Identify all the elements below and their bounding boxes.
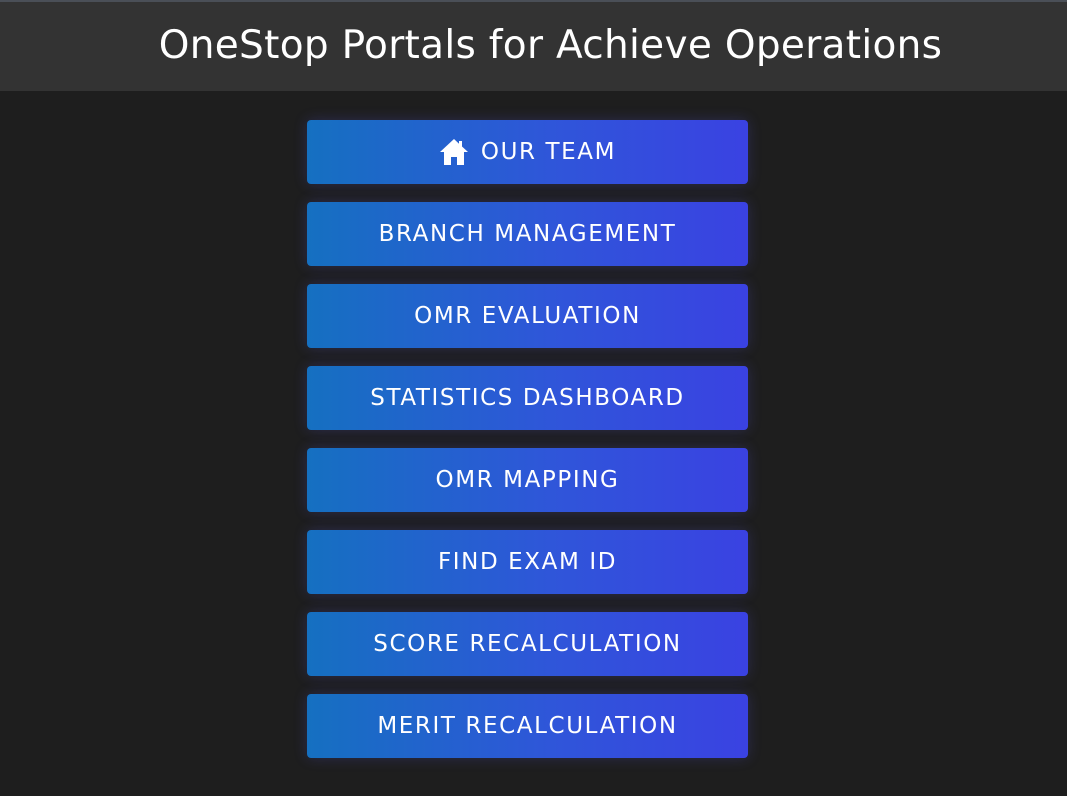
statistics-dashboard-label: STATISTICS DASHBOARD <box>370 385 685 411</box>
omr-mapping-label: OMR MAPPING <box>435 467 620 493</box>
score-recalculation-button[interactable]: SCORE RECALCULATION <box>307 612 748 676</box>
branch-management-button[interactable]: BRANCH MANAGEMENT <box>307 202 748 266</box>
find-exam-id-label: FIND EXAM ID <box>437 549 618 575</box>
branch-management-label: BRANCH MANAGEMENT <box>378 221 677 247</box>
our-team-label: OUR TEAM <box>480 139 617 165</box>
statistics-dashboard-button[interactable]: STATISTICS DASHBOARD <box>307 366 748 430</box>
home-icon <box>439 138 469 166</box>
portal-menu: OUR TEAM BRANCH MANAGEMENT OMR EVALUATIO… <box>307 120 748 758</box>
score-recalculation-label: SCORE RECALCULATION <box>373 631 682 657</box>
find-exam-id-button[interactable]: FIND EXAM ID <box>307 530 748 594</box>
omr-evaluation-button[interactable]: OMR EVALUATION <box>307 284 748 348</box>
omr-mapping-button[interactable]: OMR MAPPING <box>307 448 748 512</box>
merit-recalculation-label: MERIT RECALCULATION <box>377 713 678 739</box>
omr-evaluation-label: OMR EVALUATION <box>414 303 641 329</box>
header-bar: OneStop Portals for Achieve Operations <box>0 0 1067 91</box>
merit-recalculation-button[interactable]: MERIT RECALCULATION <box>307 694 748 758</box>
our-team-button[interactable]: OUR TEAM <box>307 120 748 184</box>
page-title: OneStop Portals for Achieve Operations <box>158 23 943 68</box>
